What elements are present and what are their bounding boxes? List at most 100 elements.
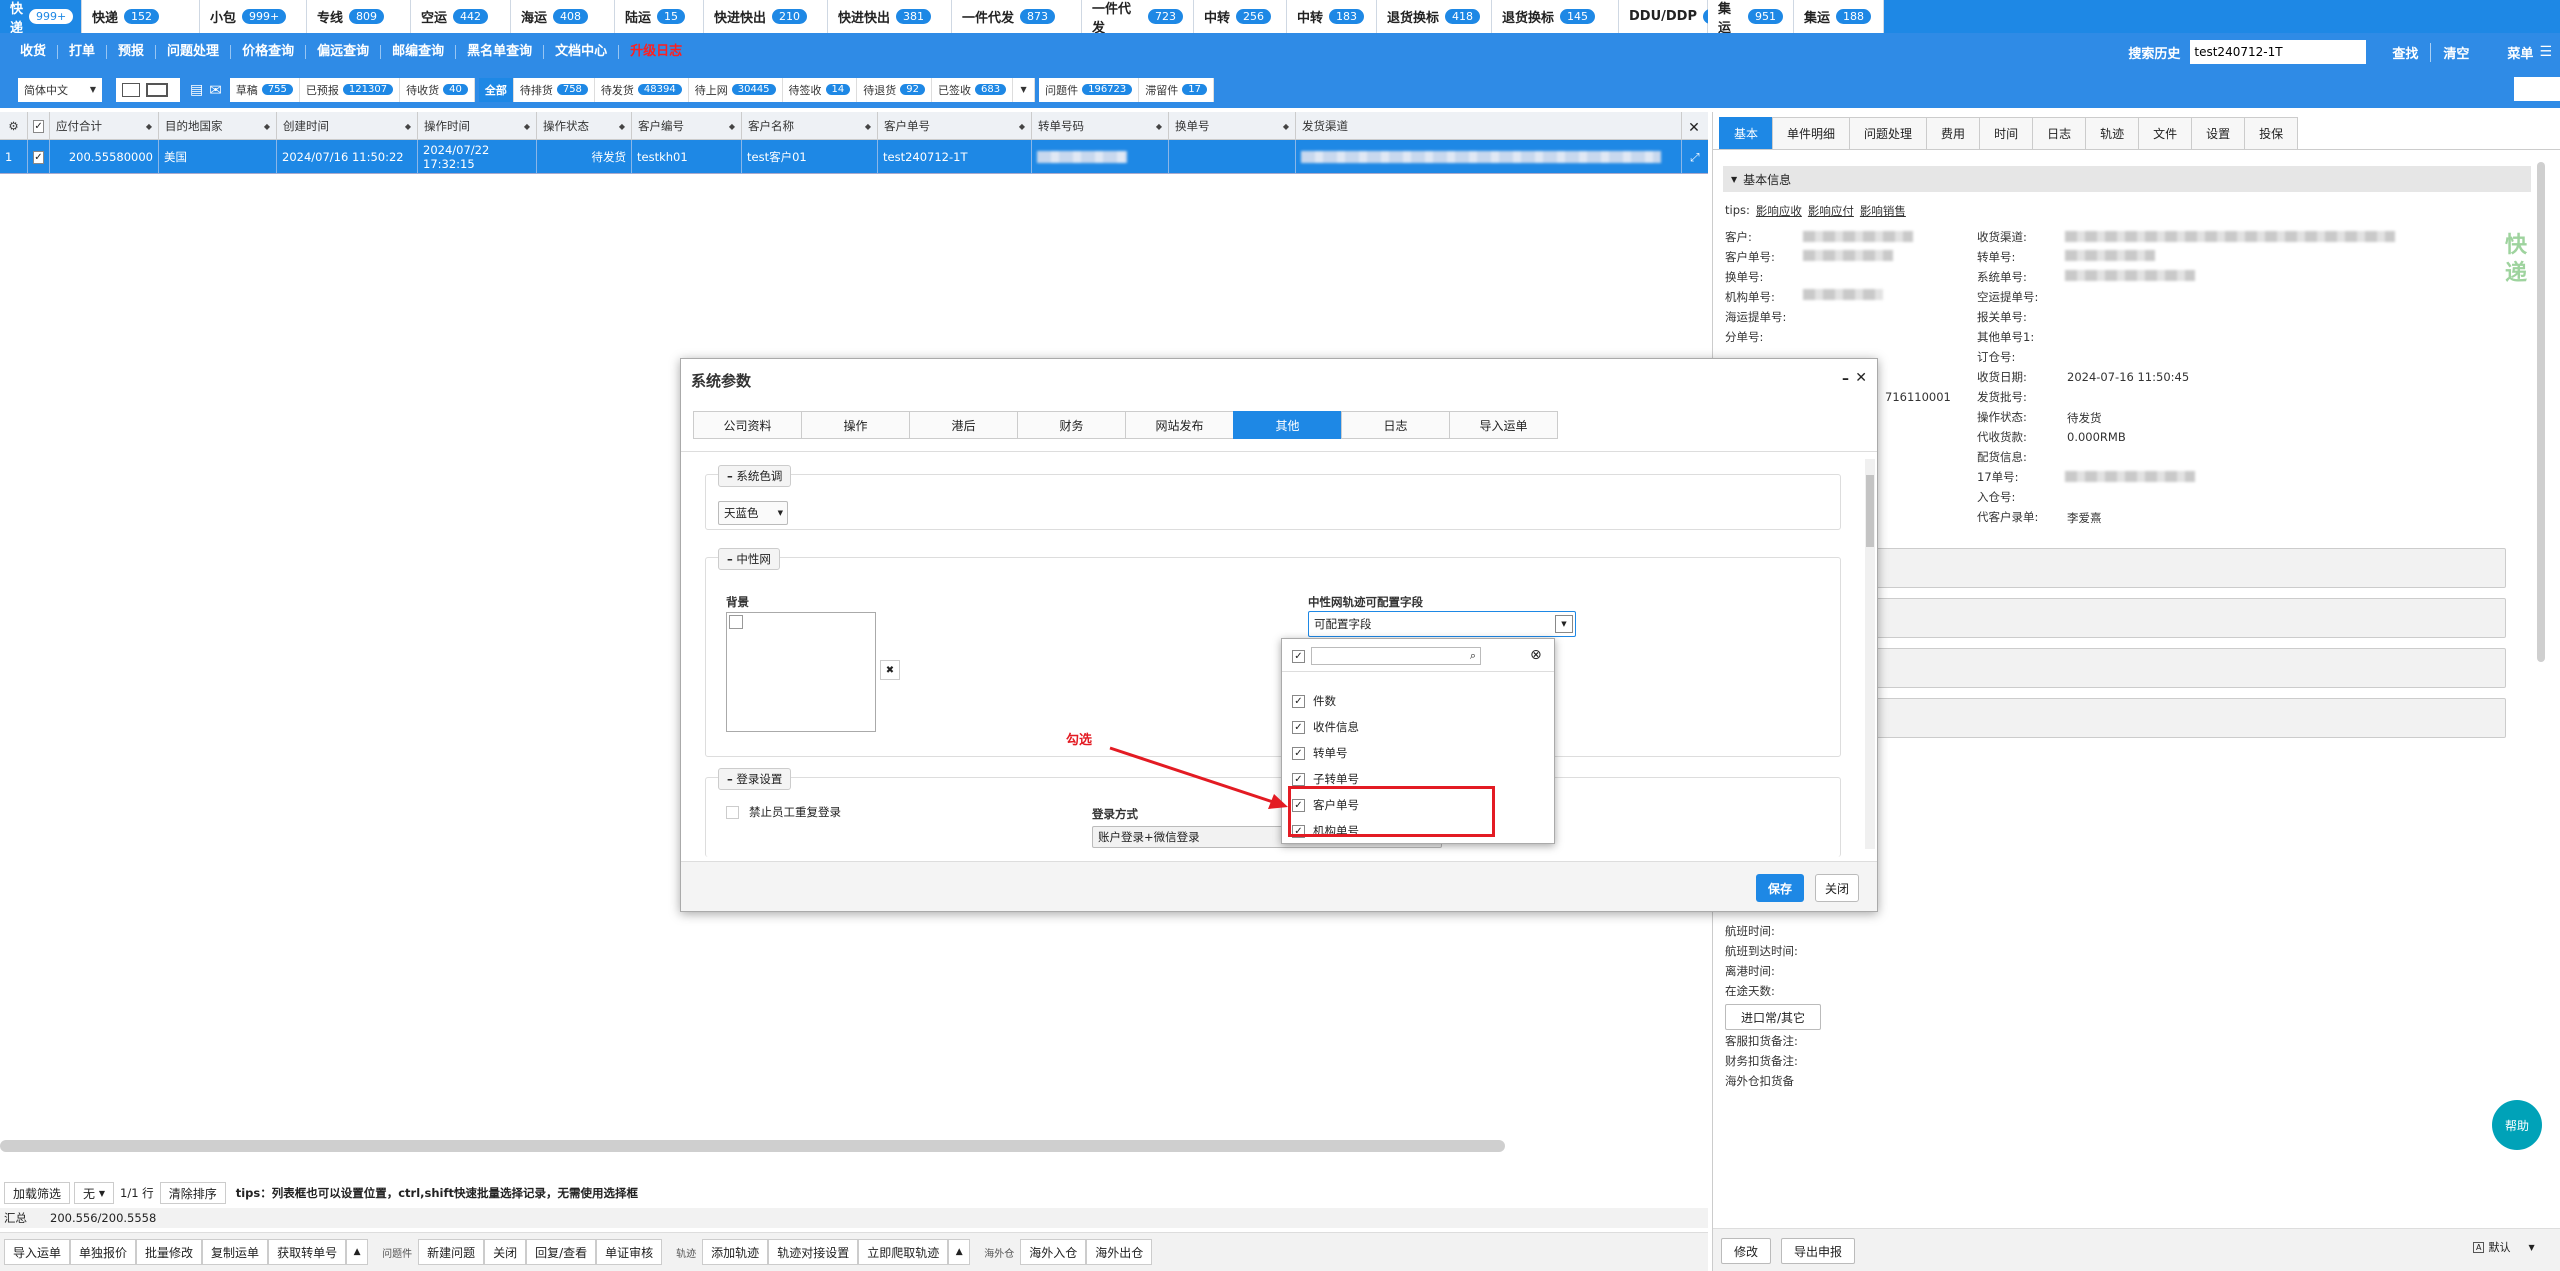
filter-item[interactable]: 待退货 92 — [857, 77, 933, 102]
top-tab[interactable]: 快递 152 — [82, 0, 200, 33]
top-tab[interactable]: 快进快出 381 — [828, 0, 952, 33]
top-tab[interactable]: 集运 951 — [1708, 0, 1794, 36]
select-all-checkbox[interactable]: ✓ — [28, 112, 50, 140]
top-tab[interactable]: 快递 999+ — [0, 0, 82, 36]
fieldset-login-legend[interactable]: – 登录设置 — [718, 768, 792, 790]
detail-tab[interactable]: 单件明细 — [1772, 117, 1851, 149]
detail-tab[interactable]: 问题处理 — [1849, 117, 1928, 149]
right-filter-box[interactable] — [2514, 77, 2560, 101]
horizontal-scrollbar[interactable] — [0, 1140, 1505, 1152]
load-filter-button[interactable]: 加载筛选 — [4, 1182, 71, 1204]
filter-select[interactable]: 无 ▼ — [74, 1182, 115, 1204]
toolbar-button[interactable]: 单独报价 — [70, 1239, 137, 1265]
toolbar-button[interactable]: 批量修改 — [136, 1239, 203, 1265]
column-header[interactable]: 创建时间 ◆ — [277, 112, 418, 140]
dialog-tab[interactable]: 操作 — [801, 411, 910, 439]
toolbar-button[interactable]: 回复/查看 — [526, 1239, 597, 1265]
detail-tab[interactable]: 费用 — [1926, 117, 1981, 149]
top-tab[interactable]: 中转 183 — [1287, 0, 1377, 33]
toolbar-button[interactable]: 添加轨迹 — [702, 1239, 769, 1265]
menu-item-problems[interactable]: 问题处理 — [155, 45, 230, 59]
menu-item-docs[interactable]: 文档中心 — [543, 45, 618, 59]
dialog-tab[interactable]: 财务 — [1017, 411, 1126, 439]
filter-item[interactable]: 问题件 196723 — [1039, 77, 1140, 102]
layout-split-icon[interactable] — [122, 82, 140, 97]
track-fields-select[interactable]: 可配置字段 ▼ — [1308, 611, 1576, 637]
menu-item-print[interactable]: 打单 — [57, 45, 106, 59]
detail-tab[interactable]: 轨迹 — [2085, 117, 2140, 149]
column-header[interactable]: 客户名称 ◆ — [742, 112, 878, 140]
filter-item[interactable]: 待上网 30445 — [688, 77, 783, 102]
filter-item[interactable]: 待收货 40 — [400, 77, 475, 102]
column-header[interactable]: 发货渠道 — [1296, 112, 1682, 140]
top-tab[interactable]: 退货换标 145 — [1492, 0, 1619, 33]
top-tab[interactable]: 小包 999+ — [200, 0, 307, 33]
export-declaration-button[interactable]: 导出申报 — [1781, 1238, 1855, 1264]
column-header[interactable]: 应付合计 ◆ — [50, 112, 159, 140]
find-button[interactable]: 查找 — [2380, 42, 2432, 62]
top-tab[interactable]: 退货换标 418 — [1377, 0, 1492, 33]
top-tab[interactable]: 一件代发 723 — [1082, 0, 1194, 36]
menu-item-remote[interactable]: 偏远查询 — [305, 45, 380, 59]
toolbar-button[interactable]: 单证审核 — [596, 1239, 663, 1265]
minimize-icon[interactable]: – — [1842, 371, 1849, 387]
menu-item-upgrade-log[interactable]: 升级日志 — [618, 45, 693, 59]
sort-icon[interactable]: ◆ — [146, 122, 152, 131]
menu-icon[interactable]: ☰ — [2539, 44, 2560, 60]
detail-tab[interactable]: 日志 — [2032, 117, 2087, 149]
close-grid-icon[interactable]: ✕ — [1681, 115, 1707, 141]
dropdown-option[interactable]: ✓ 件数 — [1292, 691, 1336, 711]
document-icon[interactable]: ▤ — [190, 82, 203, 98]
clear-selection-icon[interactable]: ⊗ — [1530, 647, 1542, 663]
detail-tab[interactable]: 时间 — [1979, 117, 2034, 149]
toolbar-button[interactable]: 复制运单 — [202, 1239, 269, 1265]
color-select[interactable]: 天蓝色 ▼ — [718, 501, 788, 525]
sort-icon[interactable]: ◆ — [1156, 122, 1162, 131]
group-toggle[interactable]: ▲ — [346, 1239, 369, 1265]
filter-item[interactable]: 滞留件 17 — [1139, 77, 1215, 102]
top-tab[interactable]: 快进快出 210 — [704, 0, 828, 33]
top-tab[interactable]: 一件代发 873 — [952, 0, 1082, 33]
dropdown-search-input[interactable]: ⌕ — [1311, 647, 1481, 665]
column-header[interactable]: 换单号 ◆ — [1169, 112, 1296, 140]
top-tab[interactable]: 空运 442 — [411, 0, 511, 33]
detail-tab[interactable]: 文件 — [2138, 117, 2193, 149]
tips-link-sales[interactable]: 影响销售 — [1860, 203, 1906, 219]
save-button[interactable]: 保存 — [1756, 874, 1804, 902]
tips-link-payable[interactable]: 影响应付 — [1808, 203, 1854, 219]
column-header[interactable]: 客户单号 ◆ — [878, 112, 1032, 140]
tips-link-receivable[interactable]: 影响应收 — [1756, 203, 1802, 219]
menu-item-receive[interactable]: 收货 — [0, 45, 57, 59]
section-basic-info[interactable]: ▼ 基本信息 — [1723, 166, 2531, 192]
menu-item-forecast[interactable]: 预报 — [106, 45, 155, 59]
top-tab[interactable]: 中转 256 — [1194, 0, 1287, 33]
filter-item[interactable]: 待发货 48394 — [594, 77, 689, 102]
menu-item-blacklist[interactable]: 黑名单查询 — [455, 45, 543, 59]
top-tab[interactable]: 专线 809 — [307, 0, 411, 33]
filter-item[interactable]: 草稿 755 — [229, 77, 300, 102]
top-tab[interactable]: 海运 408 — [511, 0, 615, 33]
sort-icon[interactable]: ◆ — [405, 122, 411, 131]
dialog-tab[interactable]: 港后 — [909, 411, 1018, 439]
close-button[interactable]: 关闭 — [1815, 874, 1859, 902]
top-tab[interactable]: DDU/DDP96 — [1619, 0, 1731, 33]
toolbar-button[interactable]: 轨迹对接设置 — [768, 1239, 859, 1265]
menu-button[interactable]: 菜单 — [2481, 43, 2539, 62]
mail-icon[interactable]: ✉ — [209, 81, 222, 99]
dialog-tab[interactable]: 网站发布 — [1125, 411, 1234, 439]
option-checkbox[interactable]: ✓ — [1292, 694, 1305, 708]
toolbar-button[interactable]: 获取转单号 — [268, 1239, 347, 1265]
sort-icon[interactable]: ◆ — [1019, 122, 1025, 131]
filter-item[interactable]: 待排货 758 — [513, 77, 595, 102]
grid-settings-gear-icon[interactable]: ⚙ — [0, 112, 28, 140]
column-header[interactable]: 操作状态 ◆ — [537, 112, 632, 140]
expand-icon[interactable]: ⤢ — [1682, 140, 1708, 174]
background-image-placeholder[interactable] — [726, 612, 876, 732]
close-icon[interactable]: ✕ — [1855, 370, 1867, 386]
dialog-tab[interactable]: 日志 — [1341, 411, 1450, 439]
sort-icon[interactable]: ◆ — [1283, 122, 1289, 131]
filter-all[interactable]: 全部 — [478, 77, 514, 102]
toolbar-button[interactable]: 导入运单 — [4, 1239, 71, 1265]
sort-icon[interactable]: ◆ — [729, 122, 735, 131]
dropdown-option[interactable]: ✓ 转单号 — [1292, 743, 1348, 763]
